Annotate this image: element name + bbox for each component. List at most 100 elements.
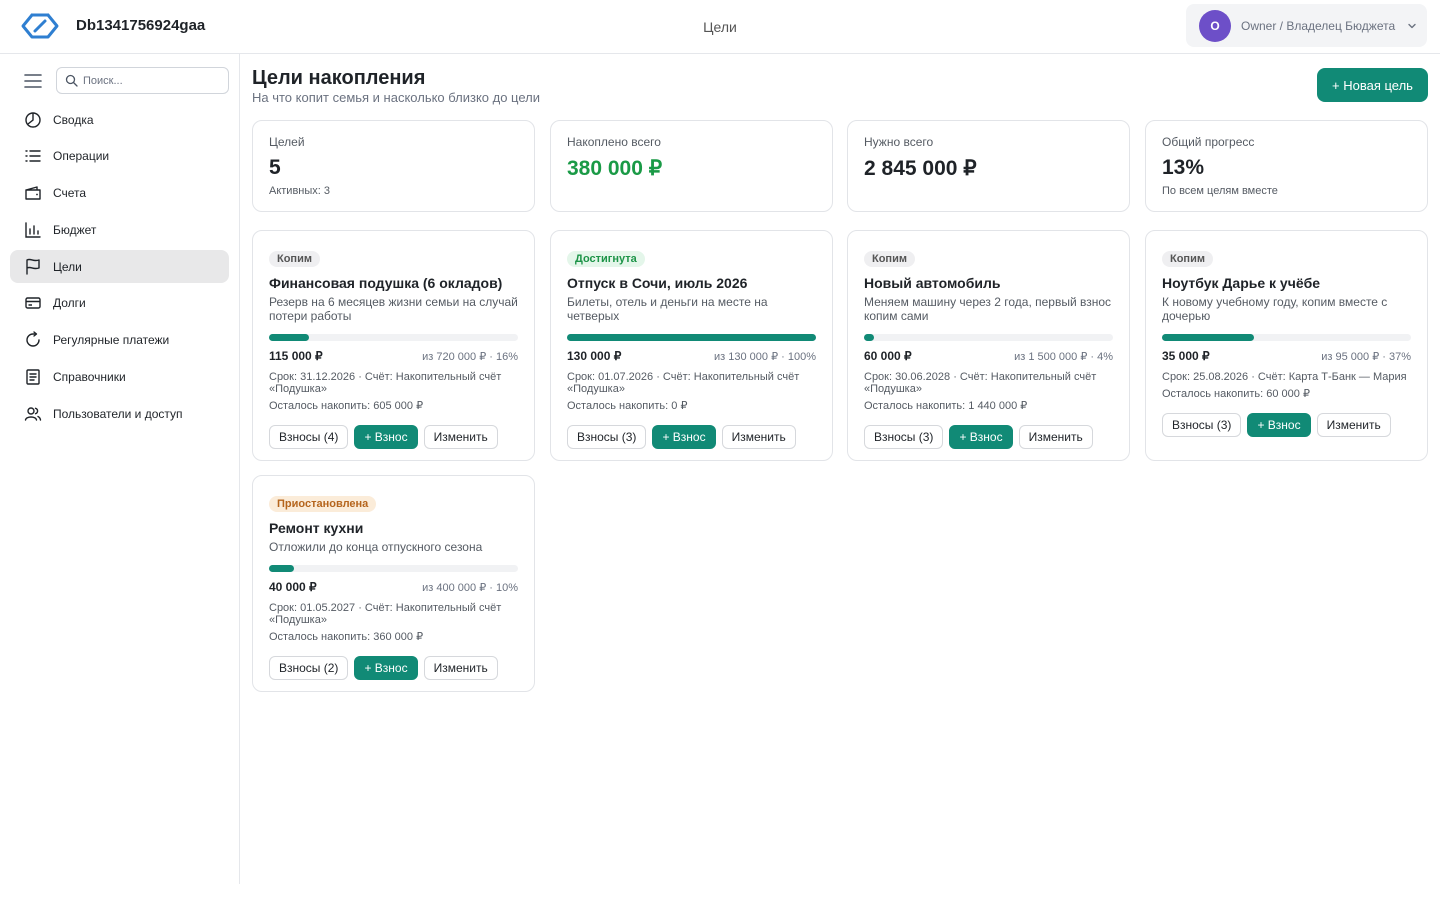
- progress-bar: [1162, 334, 1411, 341]
- goal-card: Копим Ноутбук Дарье к учёбе К новому уче…: [1145, 230, 1428, 461]
- goal-card: Приостановлена Ремонт кухни Отложили до …: [252, 475, 535, 692]
- stat-value: 2 845 000 ₽: [864, 157, 977, 180]
- search-box[interactable]: [56, 67, 229, 94]
- add-contribution-button[interactable]: + Взнос: [354, 656, 418, 680]
- goal-card: Копим Новый автомобиль Меняем машину чер…: [847, 230, 1130, 461]
- saved-amount: 130 000 ₽: [567, 349, 622, 363]
- amount-row: 40 000 ₽ из 400 000 ₽ · 10%: [269, 580, 518, 594]
- users-icon: [24, 407, 42, 421]
- edit-goal-button[interactable]: Изменить: [1018, 425, 1093, 449]
- remaining-amount: Осталось накопить: 605 000 ₽: [269, 400, 424, 412]
- amount-row: 115 000 ₽ из 720 000 ₽ · 16%: [269, 349, 518, 363]
- stat-note: Активных: 3: [269, 185, 331, 197]
- status-badge: Копим: [1162, 251, 1213, 267]
- avatar: O: [1199, 9, 1231, 42]
- bar-chart-icon: [25, 222, 41, 238]
- flag-icon: [26, 258, 40, 275]
- page-title: Цели накопления: [252, 67, 426, 89]
- edit-goal-button[interactable]: Изменить: [423, 425, 498, 449]
- goal-card: Копим Финансовая подушка (6 окладов) Рез…: [252, 230, 535, 461]
- progress-bar: [567, 334, 816, 341]
- stat-label: Общий прогресс: [1162, 135, 1255, 149]
- goal-meta: Срок: 31.12.2026 · Счёт: Накопительный с…: [269, 371, 502, 395]
- goal-title: Отпуск в Сочи, июль 2026: [567, 275, 748, 291]
- stat-value: 13%: [1162, 156, 1205, 179]
- goal-card: Достигнута Отпуск в Сочи, июль 2026 Биле…: [550, 230, 833, 461]
- sidebar-item-accounts[interactable]: Счета: [10, 177, 229, 210]
- saved-amount: 115 000 ₽: [269, 349, 323, 363]
- goal-title: Ремонт кухни: [269, 520, 364, 536]
- stat-label: Нужно всего: [864, 135, 934, 149]
- progress-bar-fill: [567, 334, 816, 341]
- goal-description: Отложили до конца отпускного сезона: [269, 540, 483, 554]
- sidebar-item-goals[interactable]: Цели: [10, 250, 229, 284]
- page-subtitle: На что копит семья и насколько близко до…: [252, 90, 540, 105]
- saved-amount: 40 000 ₽: [269, 580, 317, 594]
- add-contribution-button[interactable]: + Взнос: [354, 425, 418, 449]
- sidebar-item-label: Цели: [53, 259, 82, 274]
- goal-description: Билеты, отель и деньги на месте на четве…: [567, 295, 768, 323]
- sidebar-item-references[interactable]: Справочники: [10, 361, 229, 394]
- progress-bar-fill: [1162, 334, 1255, 341]
- saved-amount: 60 000 ₽: [864, 349, 912, 363]
- sidebar-item-label: Регулярные платежи: [53, 333, 170, 348]
- sidebar-item-label: Сводка: [53, 112, 94, 127]
- stat-value: 5: [269, 156, 281, 179]
- target-amount: из 130 000 ₽ · 100%: [714, 351, 816, 363]
- goal-meta: Срок: 25.08.2026 · Счёт: Карта Т-Банк — …: [1162, 371, 1407, 383]
- stat-label: Целей: [269, 135, 305, 149]
- goal-actions: Взносы (2) + Взнос Изменить: [269, 656, 518, 680]
- goal-meta: Срок: 01.05.2027 · Счёт: Накопительный с…: [269, 602, 502, 626]
- edit-goal-button[interactable]: Изменить: [721, 425, 796, 449]
- user-name: Owner / Владелец Бюджета: [1241, 18, 1396, 33]
- contributions-button[interactable]: Взносы (2): [269, 656, 349, 680]
- amount-row: 60 000 ₽ из 1 500 000 ₽ · 4%: [864, 349, 1113, 363]
- stat-card-goals: Целей 5 Активных: 3: [252, 120, 535, 212]
- stat-note: По всем целям вместе: [1162, 185, 1278, 197]
- chevron-down-icon: [1408, 23, 1416, 28]
- pie-chart-icon: [25, 111, 41, 128]
- remaining-amount: Осталось накопить: 360 000 ₽: [269, 631, 424, 643]
- search-icon: [65, 74, 78, 87]
- saved-amount: 35 000 ₽: [1162, 349, 1210, 363]
- top-bar: Db1341756924gaa Цели O Owner / Владелец …: [0, 0, 1440, 54]
- new-goal-button[interactable]: + Новая цель: [1317, 68, 1428, 102]
- target-amount: из 400 000 ₽ · 10%: [422, 582, 518, 594]
- remaining-amount: Осталось накопить: 1 440 000 ₽: [864, 400, 1028, 412]
- add-contribution-button[interactable]: + Взнос: [949, 425, 1013, 449]
- list-icon: [25, 150, 41, 162]
- book-icon: [26, 369, 40, 385]
- add-contribution-button[interactable]: + Взнос: [1247, 413, 1311, 437]
- user-menu[interactable]: O Owner / Владелец Бюджета: [1186, 4, 1427, 47]
- contributions-button[interactable]: Взносы (3): [864, 425, 944, 449]
- sidebar-item-operations[interactable]: Операции: [10, 140, 229, 173]
- sidebar-item-debts[interactable]: Долги: [10, 287, 229, 320]
- sidebar-item-recurring-payments[interactable]: Регулярные платежи: [10, 324, 229, 357]
- contributions-button[interactable]: Взносы (3): [567, 425, 647, 449]
- sidebar-item-budget[interactable]: Бюджет: [10, 213, 229, 246]
- goal-meta: Срок: 30.06.2028 · Счёт: Накопительный с…: [864, 371, 1097, 395]
- progress-bar: [269, 565, 518, 572]
- remaining-amount: Осталось накопить: 0 ₽: [567, 400, 688, 412]
- contributions-button[interactable]: Взносы (3): [1162, 413, 1242, 437]
- goal-actions: Взносы (3) + Взнос Изменить: [567, 425, 816, 449]
- sidebar-item-users-access[interactable]: Пользователи и доступ: [10, 397, 229, 430]
- edit-goal-button[interactable]: Изменить: [423, 656, 498, 680]
- sidebar-item-summary[interactable]: Сводка: [10, 103, 229, 136]
- remaining-amount: Осталось накопить: 60 000 ₽: [1162, 388, 1310, 400]
- sidebar: Сводка Операции Счета Бюджет Цели Долги …: [0, 54, 240, 884]
- search-input[interactable]: [83, 74, 223, 87]
- contributions-button[interactable]: Взносы (4): [269, 425, 349, 449]
- edit-goal-button[interactable]: Изменить: [1316, 413, 1391, 437]
- sidebar-item-label: Справочники: [53, 370, 126, 385]
- stat-card-needed: Нужно всего 2 845 000 ₽: [847, 120, 1130, 212]
- amount-row: 35 000 ₽ из 95 000 ₽ · 37%: [1162, 349, 1411, 363]
- status-badge: Копим: [864, 251, 915, 267]
- sidebar-item-label: Пользователи и доступ: [53, 406, 183, 421]
- goal-meta: Срок: 01.07.2026 · Счёт: Накопительный с…: [567, 371, 800, 395]
- menu-icon[interactable]: [23, 73, 43, 89]
- app-logo-icon[interactable]: [20, 12, 60, 40]
- refresh-icon: [26, 331, 40, 347]
- goal-actions: Взносы (3) + Взнос Изменить: [864, 425, 1113, 449]
- add-contribution-button[interactable]: + Взнос: [652, 425, 716, 449]
